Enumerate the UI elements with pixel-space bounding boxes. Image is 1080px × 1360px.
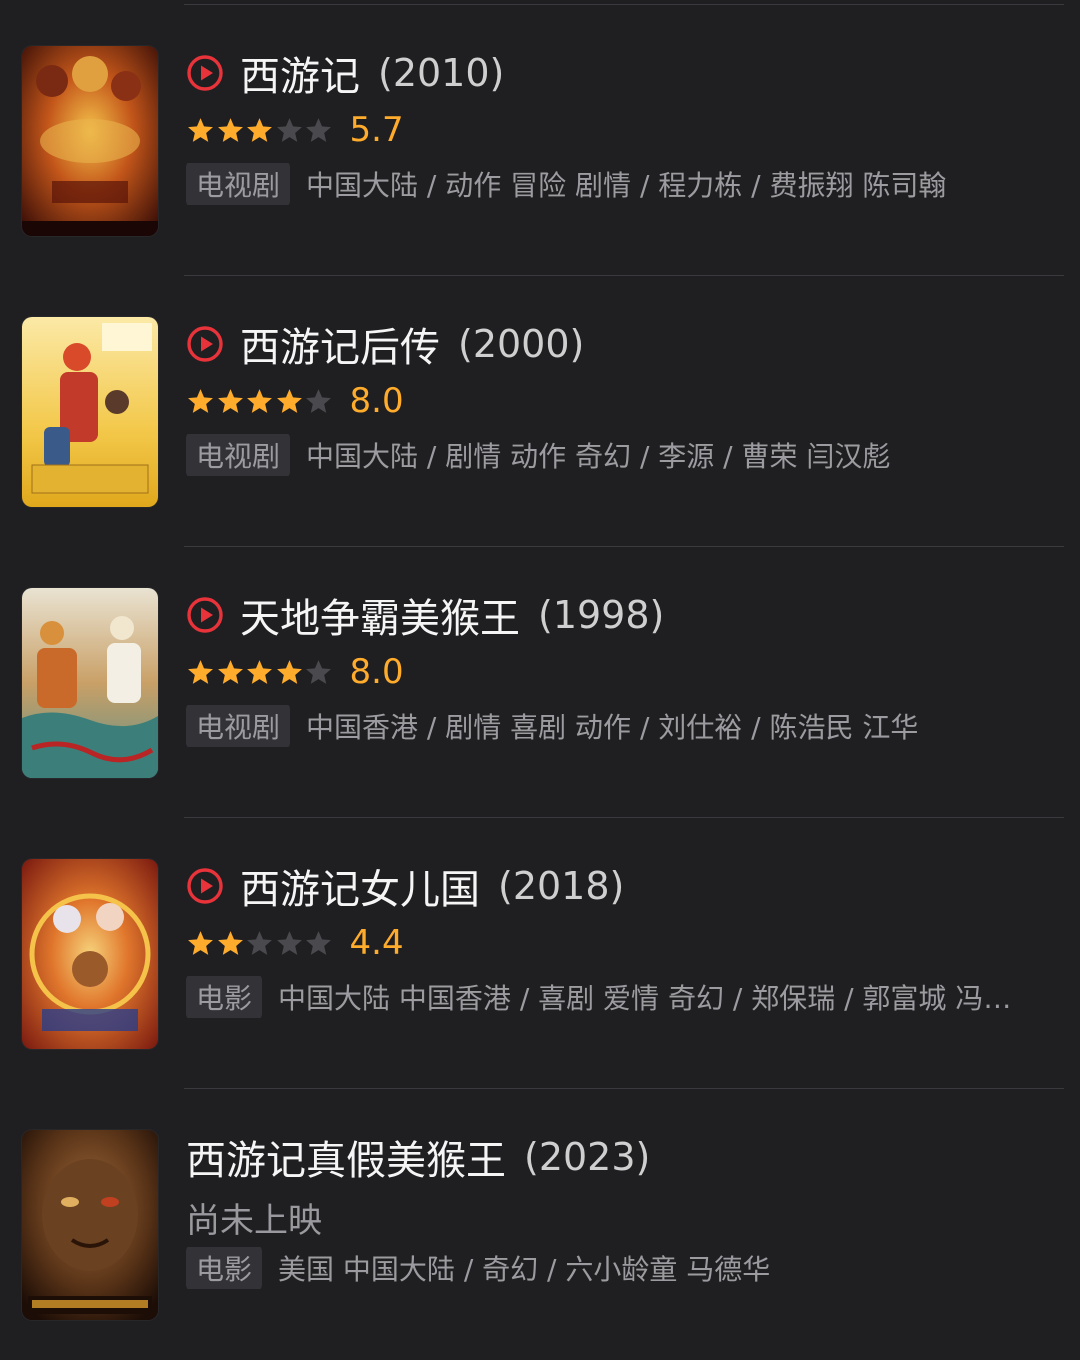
poster-image[interactable] (22, 317, 158, 507)
result-meta: 电视剧 中国香港 / 剧情 喜剧 动作 / 刘仕裕 / 陈浩民 江华 (186, 705, 1064, 747)
star-empty-icon (306, 930, 331, 955)
star-filled-icon (188, 930, 213, 955)
result-year: (2010) (378, 51, 505, 95)
play-circle-icon[interactable] (186, 325, 224, 363)
play-circle-icon[interactable] (186, 867, 224, 905)
result-meta-text: 中国香港 / 剧情 喜剧 动作 / 刘仕裕 / 陈浩民 江华 (306, 711, 919, 744)
result-title[interactable]: 天地争霸美猴王 (240, 586, 520, 644)
rating: 5.7 (186, 110, 404, 150)
category-tag: 电视剧 (186, 434, 291, 476)
category-tag: 电视剧 (186, 163, 291, 205)
rating: 8.0 (186, 381, 404, 421)
rating: 8.0 (186, 652, 404, 692)
result-meta: 电视剧 中国大陆 / 剧情 动作 奇幻 / 李源 / 曹荣 闫汉彪 (186, 434, 1064, 476)
result-meta: 电影 中国大陆 中国香港 / 喜剧 爱情 奇幻 / 郑保瑞 / 郭富城 冯… (186, 976, 1064, 1018)
star-filled-icon (217, 388, 243, 413)
result-meta-text: 中国大陆 / 动作 冒险 剧情 / 程力栋 / 费振翔 陈司翰 (306, 169, 947, 202)
star-empty-icon (306, 117, 331, 142)
star-filled-icon (188, 388, 213, 413)
poster-image[interactable] (22, 859, 158, 1049)
result-title-row[interactable]: 天地争霸美猴王 (1998) (186, 586, 665, 644)
result-title[interactable]: 西游记女儿国 (240, 857, 480, 915)
star-filled-icon (247, 659, 272, 684)
category-tag: 电视剧 (186, 705, 291, 747)
result-year: (2000) (458, 322, 585, 366)
star-rating (186, 387, 334, 416)
search-results-list: 西游记 (2010) 5.7 电视剧 中国大陆 / 动作 冒险 剧情 / 程力栋… (0, 0, 1080, 1346)
star-empty-icon (276, 117, 302, 142)
release-status: 尚未上映 (186, 1201, 322, 1241)
rating-score: 5.7 (349, 110, 404, 150)
rating-score: 4.4 (349, 923, 404, 963)
rating-score: 8.0 (349, 652, 404, 692)
star-rating (186, 929, 334, 958)
rating-score: 8.0 (349, 381, 404, 421)
rating: 4.4 (186, 923, 404, 963)
result-title-row[interactable]: 西游记 (2010) (186, 44, 505, 102)
result-meta-text: 美国 中国大陆 / 奇幻 / 六小龄童 马德华 (278, 1253, 771, 1286)
result-title-row[interactable]: 西游记真假美猴王 (2023) (186, 1128, 651, 1186)
star-empty-icon (247, 930, 272, 955)
star-rating (186, 116, 334, 145)
star-filled-icon (217, 930, 243, 955)
star-empty-icon (306, 388, 331, 413)
poster-image[interactable] (22, 46, 158, 236)
result-item[interactable]: 西游记后传 (2000) 8.0 电视剧 中国大陆 / 剧情 动作 奇幻 / 李… (0, 276, 1080, 547)
result-title-row[interactable]: 西游记后传 (2000) (186, 315, 585, 373)
result-meta-text: 中国大陆 / 剧情 动作 奇幻 / 李源 / 曹荣 闫汉彪 (306, 440, 891, 473)
star-filled-icon (188, 117, 213, 142)
result-meta-text: 中国大陆 中国香港 / 喜剧 爱情 奇幻 / 郑保瑞 / 郭富城 冯… (278, 982, 1012, 1015)
result-item[interactable]: 西游记 (2010) 5.7 电视剧 中国大陆 / 动作 冒险 剧情 / 程力栋… (0, 5, 1080, 276)
result-item[interactable]: 西游记真假美猴王 (2023) 尚未上映 电影 美国 中国大陆 / 奇幻 / 六… (0, 1089, 1080, 1360)
star-filled-icon (276, 388, 302, 413)
result-year: (2018) (498, 864, 625, 908)
result-year: (2023) (524, 1135, 651, 1179)
star-filled-icon (247, 117, 272, 142)
star-filled-icon (217, 117, 243, 142)
star-filled-icon (247, 388, 272, 413)
star-empty-icon (306, 659, 331, 684)
result-title[interactable]: 西游记真假美猴王 (186, 1128, 506, 1186)
result-item[interactable]: 天地争霸美猴王 (1998) 8.0 电视剧 中国香港 / 剧情 喜剧 动作 /… (0, 547, 1080, 818)
result-meta: 电视剧 中国大陆 / 动作 冒险 剧情 / 程力栋 / 费振翔 陈司翰 (186, 163, 1064, 205)
result-title[interactable]: 西游记 (240, 44, 360, 102)
category-tag: 电影 (186, 976, 263, 1018)
poster-image[interactable] (22, 588, 158, 778)
star-filled-icon (188, 659, 213, 684)
star-empty-icon (276, 930, 302, 955)
result-item[interactable]: 西游记女儿国 (2018) 4.4 电影 中国大陆 中国香港 / 喜剧 爱情 奇… (0, 818, 1080, 1089)
poster-image[interactable] (22, 1130, 158, 1320)
result-title-row[interactable]: 西游记女儿国 (2018) (186, 857, 625, 915)
star-filled-icon (217, 659, 243, 684)
result-meta: 电影 美国 中国大陆 / 奇幻 / 六小龄童 马德华 (186, 1247, 1064, 1289)
play-circle-icon[interactable] (186, 54, 224, 92)
star-filled-icon (276, 659, 302, 684)
result-title[interactable]: 西游记后传 (240, 315, 440, 373)
result-year: (1998) (538, 593, 665, 637)
play-circle-icon[interactable] (186, 596, 224, 634)
category-tag: 电影 (186, 1247, 263, 1289)
star-rating (186, 658, 334, 687)
